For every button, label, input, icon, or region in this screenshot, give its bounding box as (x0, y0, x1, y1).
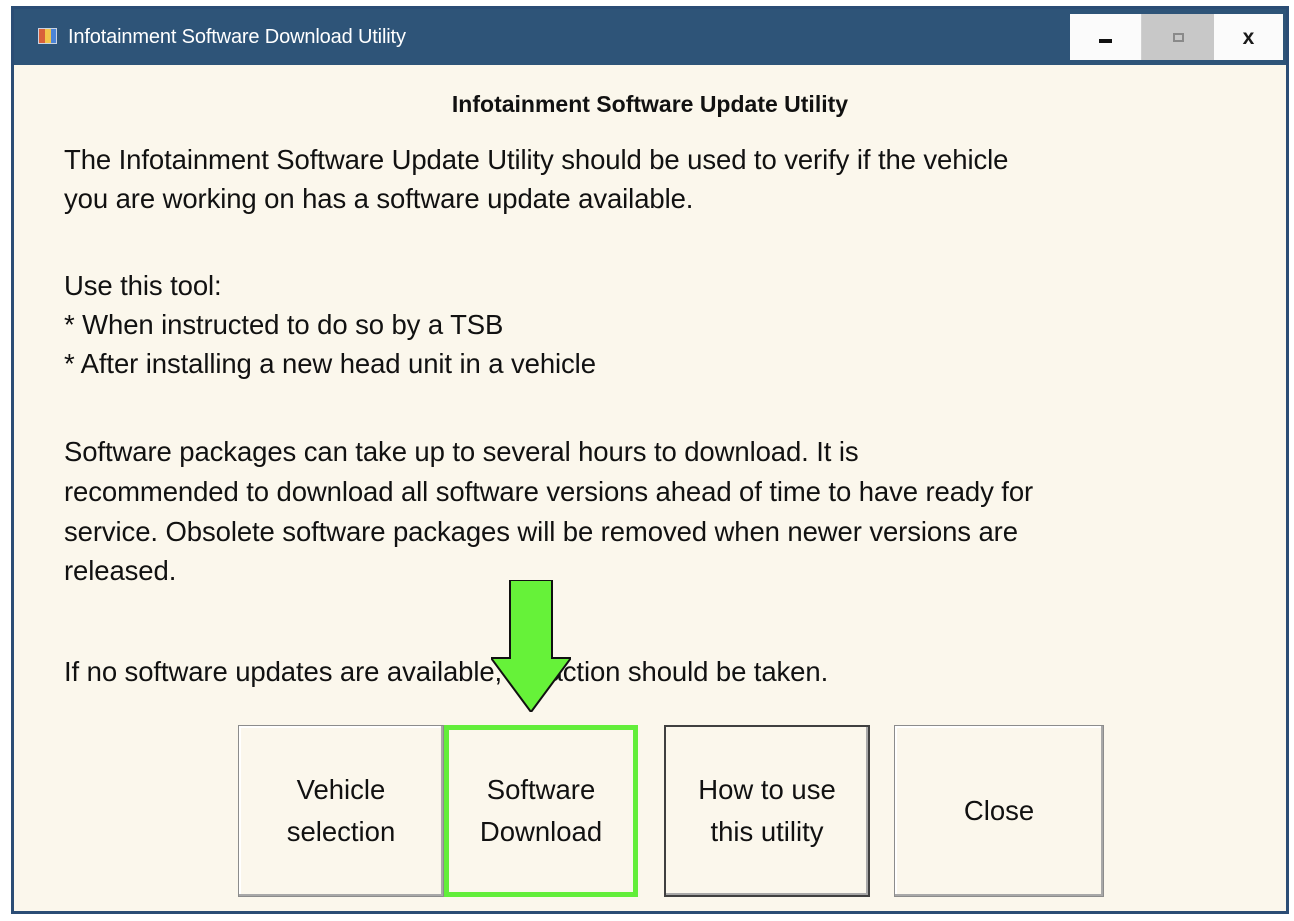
download-note-line: recommended to download all software ver… (64, 476, 1034, 507)
title-bar[interactable]: Infotainment Software Download Utility x (14, 9, 1286, 65)
maximize-button[interactable] (1142, 14, 1214, 60)
vehicle-selection-button[interactable]: Vehicle selection (238, 725, 444, 897)
close-button[interactable]: Close (894, 725, 1104, 897)
intro-line-1: The Infotainment Software Update Utility… (64, 144, 1009, 175)
page-title: Infotainment Software Update Utility (451, 91, 849, 117)
vehicle-selection-label: Vehicle selection (286, 774, 396, 847)
how-to-use-label: How to use this utility (698, 774, 836, 847)
down-arrow-icon (491, 580, 571, 712)
window-title: Infotainment Software Download Utility (68, 26, 406, 48)
use-tool-item: * When instructed to do so by a TSB (64, 309, 504, 340)
maximize-icon (1172, 32, 1184, 42)
use-tool-item: * After installing a new head unit in a … (64, 348, 596, 379)
utility-window: Infotainment Software Download Utility x… (11, 6, 1289, 914)
close-icon: x (1242, 25, 1255, 49)
download-note-line: Software packages can take up to several… (64, 436, 859, 467)
minimize-icon (1099, 39, 1112, 43)
download-note-line: service. Obsolete software packages will… (64, 516, 1018, 547)
intro-line-2: you are working on has a software update… (64, 183, 694, 214)
close-window-button[interactable]: x (1214, 14, 1283, 60)
software-download-button[interactable]: Software Download (444, 725, 638, 897)
close-label: Close (963, 795, 1035, 826)
app-icon (38, 28, 57, 44)
minimize-button[interactable] (1070, 14, 1142, 60)
no-update-note: If no software updates are available, no… (64, 656, 829, 687)
download-note-line: released. (64, 555, 177, 586)
software-download-label: Software Download (479, 774, 603, 847)
how-to-use-button[interactable]: How to use this utility (664, 725, 870, 897)
use-tool-heading: Use this tool: (64, 270, 222, 301)
